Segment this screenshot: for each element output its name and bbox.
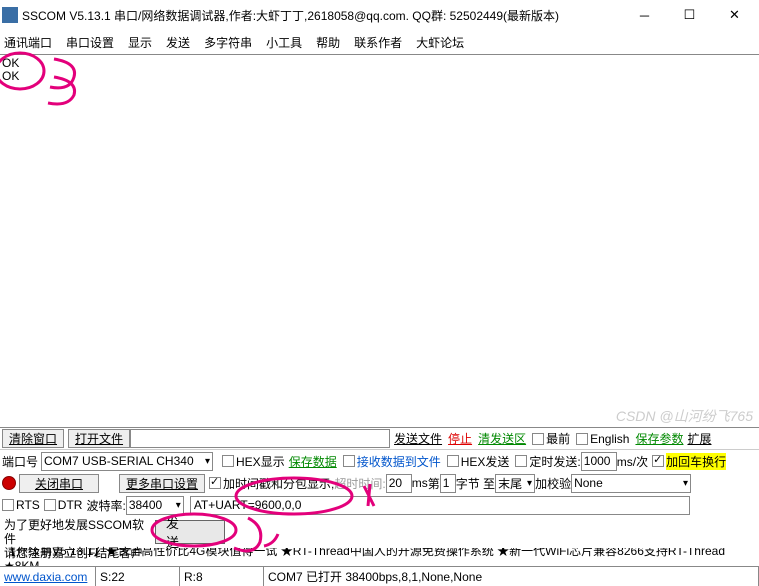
clear-send-button[interactable]: 清发送区 xyxy=(478,430,526,447)
timestamp-checkbox[interactable] xyxy=(209,477,221,489)
menu-forum[interactable]: 大虾论坛 xyxy=(416,34,464,51)
topmost-checkbox[interactable] xyxy=(532,433,544,445)
close-button[interactable]: ✕ xyxy=(712,1,757,29)
window-title: SSCOM V5.13.1 串口/网络数据调试器,作者:大虾丁丁,2618058… xyxy=(22,7,622,24)
menu-tools[interactable]: 小工具 xyxy=(266,34,302,51)
send-file-button[interactable]: 发送文件 xyxy=(394,430,442,447)
hex-send-checkbox[interactable] xyxy=(447,455,459,467)
menu-display[interactable]: 显示 xyxy=(128,34,152,51)
menu-port[interactable]: 通讯端口 xyxy=(4,34,52,51)
titlebar: SSCOM V5.13.1 串口/网络数据调试器,作者:大虾丁丁,2618058… xyxy=(0,0,759,30)
watermark: CSDN @山河纷飞765 xyxy=(616,410,753,423)
timed-send-checkbox[interactable] xyxy=(515,455,527,467)
close-port-button[interactable]: 关闭串口 xyxy=(19,474,99,493)
promo-text: 为了更好地发展SSCOM软件 请您注册嘉立创F结尾客户 xyxy=(0,516,155,548)
port-label: 端口号 xyxy=(2,453,38,470)
open-file-button[interactable]: 打开文件 xyxy=(68,429,130,448)
output-area: OK OK CSDN @山河纷飞765 xyxy=(0,54,759,428)
english-checkbox[interactable] xyxy=(576,433,588,445)
output-line: OK xyxy=(2,57,757,70)
status-url[interactable]: www.daxia.com xyxy=(0,567,96,586)
timeout-input[interactable]: 20 xyxy=(386,474,412,493)
output-line: OK xyxy=(2,70,757,83)
toolbar-row-4: RTS DTR 波特率: 38400 AT+UART=9600,0,0 xyxy=(0,494,759,516)
menu-multistring[interactable]: 多字符串 xyxy=(204,34,252,51)
more-settings-button[interactable]: 更多串口设置 xyxy=(119,474,205,493)
dtr-checkbox[interactable] xyxy=(44,499,56,511)
send-row: 为了更好地发展SSCOM软件 请您注册嘉立创F结尾客户 发 送 xyxy=(0,516,759,548)
clear-window-button[interactable]: 清除窗口 xyxy=(2,429,64,448)
end-combo[interactable]: 末尾 xyxy=(495,474,535,493)
expand-button[interactable]: 扩展 xyxy=(687,430,711,447)
port-status-icon xyxy=(2,476,16,490)
menu-send[interactable]: 发送 xyxy=(166,34,190,51)
rts-checkbox[interactable] xyxy=(2,499,14,511)
stop-button[interactable]: 停止 xyxy=(448,430,472,447)
toolbar-row-2: 端口号 COM7 USB-SERIAL CH340 HEX显示 保存数据 接收数… xyxy=(0,450,759,472)
baud-combo[interactable]: 38400 xyxy=(126,496,184,515)
interval-input[interactable]: 1000 xyxy=(581,452,617,471)
recv-file-checkbox[interactable] xyxy=(343,455,355,467)
pkt-input[interactable]: 1 xyxy=(440,474,456,493)
maximize-button[interactable]: ☐ xyxy=(667,1,712,29)
app-icon xyxy=(2,7,18,23)
checksum-combo[interactable]: None xyxy=(571,474,691,493)
status-bar: www.daxia.com S:22 R:8 COM7 已打开 38400bps… xyxy=(0,566,759,586)
save-param-button[interactable]: 保存参数 xyxy=(635,430,683,447)
menu-settings[interactable]: 串口设置 xyxy=(66,34,114,51)
toolbar-row-3: 关闭串口 更多串口设置 加时间戳和分包显示, 超时时间: 20 ms 第 1 字… xyxy=(0,472,759,494)
minimize-button[interactable]: ─ xyxy=(622,1,667,29)
hex-show-checkbox[interactable] xyxy=(222,455,234,467)
file-path-input[interactable] xyxy=(130,429,390,448)
baud-label: 波特率: xyxy=(86,497,125,514)
status-info: COM7 已打开 38400bps,8,1,None,None xyxy=(264,567,759,586)
port-combo[interactable]: COM7 USB-SERIAL CH340 xyxy=(41,452,213,471)
menu-contact[interactable]: 联系作者 xyxy=(354,34,402,51)
command-input[interactable]: AT+UART=9600,0,0 xyxy=(190,496,690,515)
status-recv: R:8 xyxy=(180,567,264,586)
add-crlf-checkbox[interactable] xyxy=(652,455,664,467)
send-button[interactable]: 发 送 xyxy=(155,520,225,544)
save-data-button[interactable]: 保存数据 xyxy=(289,453,337,470)
menubar: 通讯端口 串口设置 显示 发送 多字符串 小工具 帮助 联系作者 大虾论坛 xyxy=(0,30,759,54)
status-sent: S:22 xyxy=(96,567,180,586)
menu-help[interactable]: 帮助 xyxy=(316,34,340,51)
toolbar-row-1: 清除窗口 打开文件 发送文件 停止 清发送区 最前 English 保存参数 扩… xyxy=(0,428,759,450)
